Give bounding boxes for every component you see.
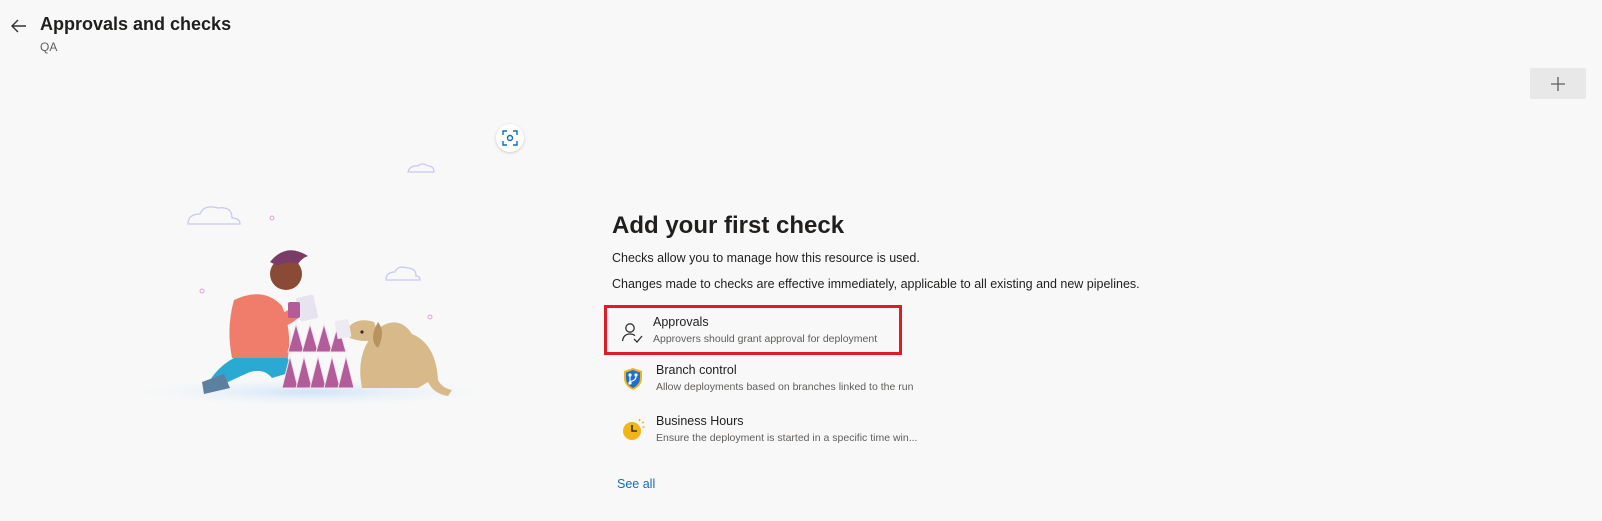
clock-icon [618,415,648,445]
empty-state-description-1: Checks allow you to manage how this reso… [612,251,920,265]
check-option-business-hours[interactable]: Business Hours Ensure the deployment is … [604,407,917,453]
focus-mode-button[interactable] [496,124,524,152]
empty-state-description-2: Changes made to checks are effective imm… [612,277,1140,291]
back-button[interactable] [8,15,30,37]
check-option-description: Approvers should grant approval for depl… [653,333,878,345]
arrow-left-icon [11,19,26,33]
empty-state-illustration [110,163,510,408]
check-option-approvals[interactable]: Approvals Approvers should grant approva… [604,305,902,355]
plus-icon [1551,76,1565,91]
empty-state-heading: Add your first check [612,212,845,239]
check-option-description: Ensure the deployment is started in a sp… [656,432,918,444]
check-option-branch-control[interactable]: Branch control Allow deployments based o… [604,356,913,402]
branch-shield-icon [618,364,648,394]
page-title: Approvals and checks [40,14,232,34]
page-subtitle: QA [40,40,58,54]
check-option-description: Allow deployments based on branches link… [656,381,914,393]
check-option-name: Approvals [653,315,709,329]
person-approve-icon [617,318,647,348]
check-option-name: Branch control [656,363,737,377]
see-all-link[interactable]: See all [617,477,655,491]
add-check-button[interactable] [1530,68,1586,99]
scan-focus-icon [502,130,518,146]
empty-state-content: Add your first check Checks allow you to… [612,210,1172,292]
check-option-name: Business Hours [656,414,744,428]
page-header: Approvals and checks QA [0,0,1602,60]
